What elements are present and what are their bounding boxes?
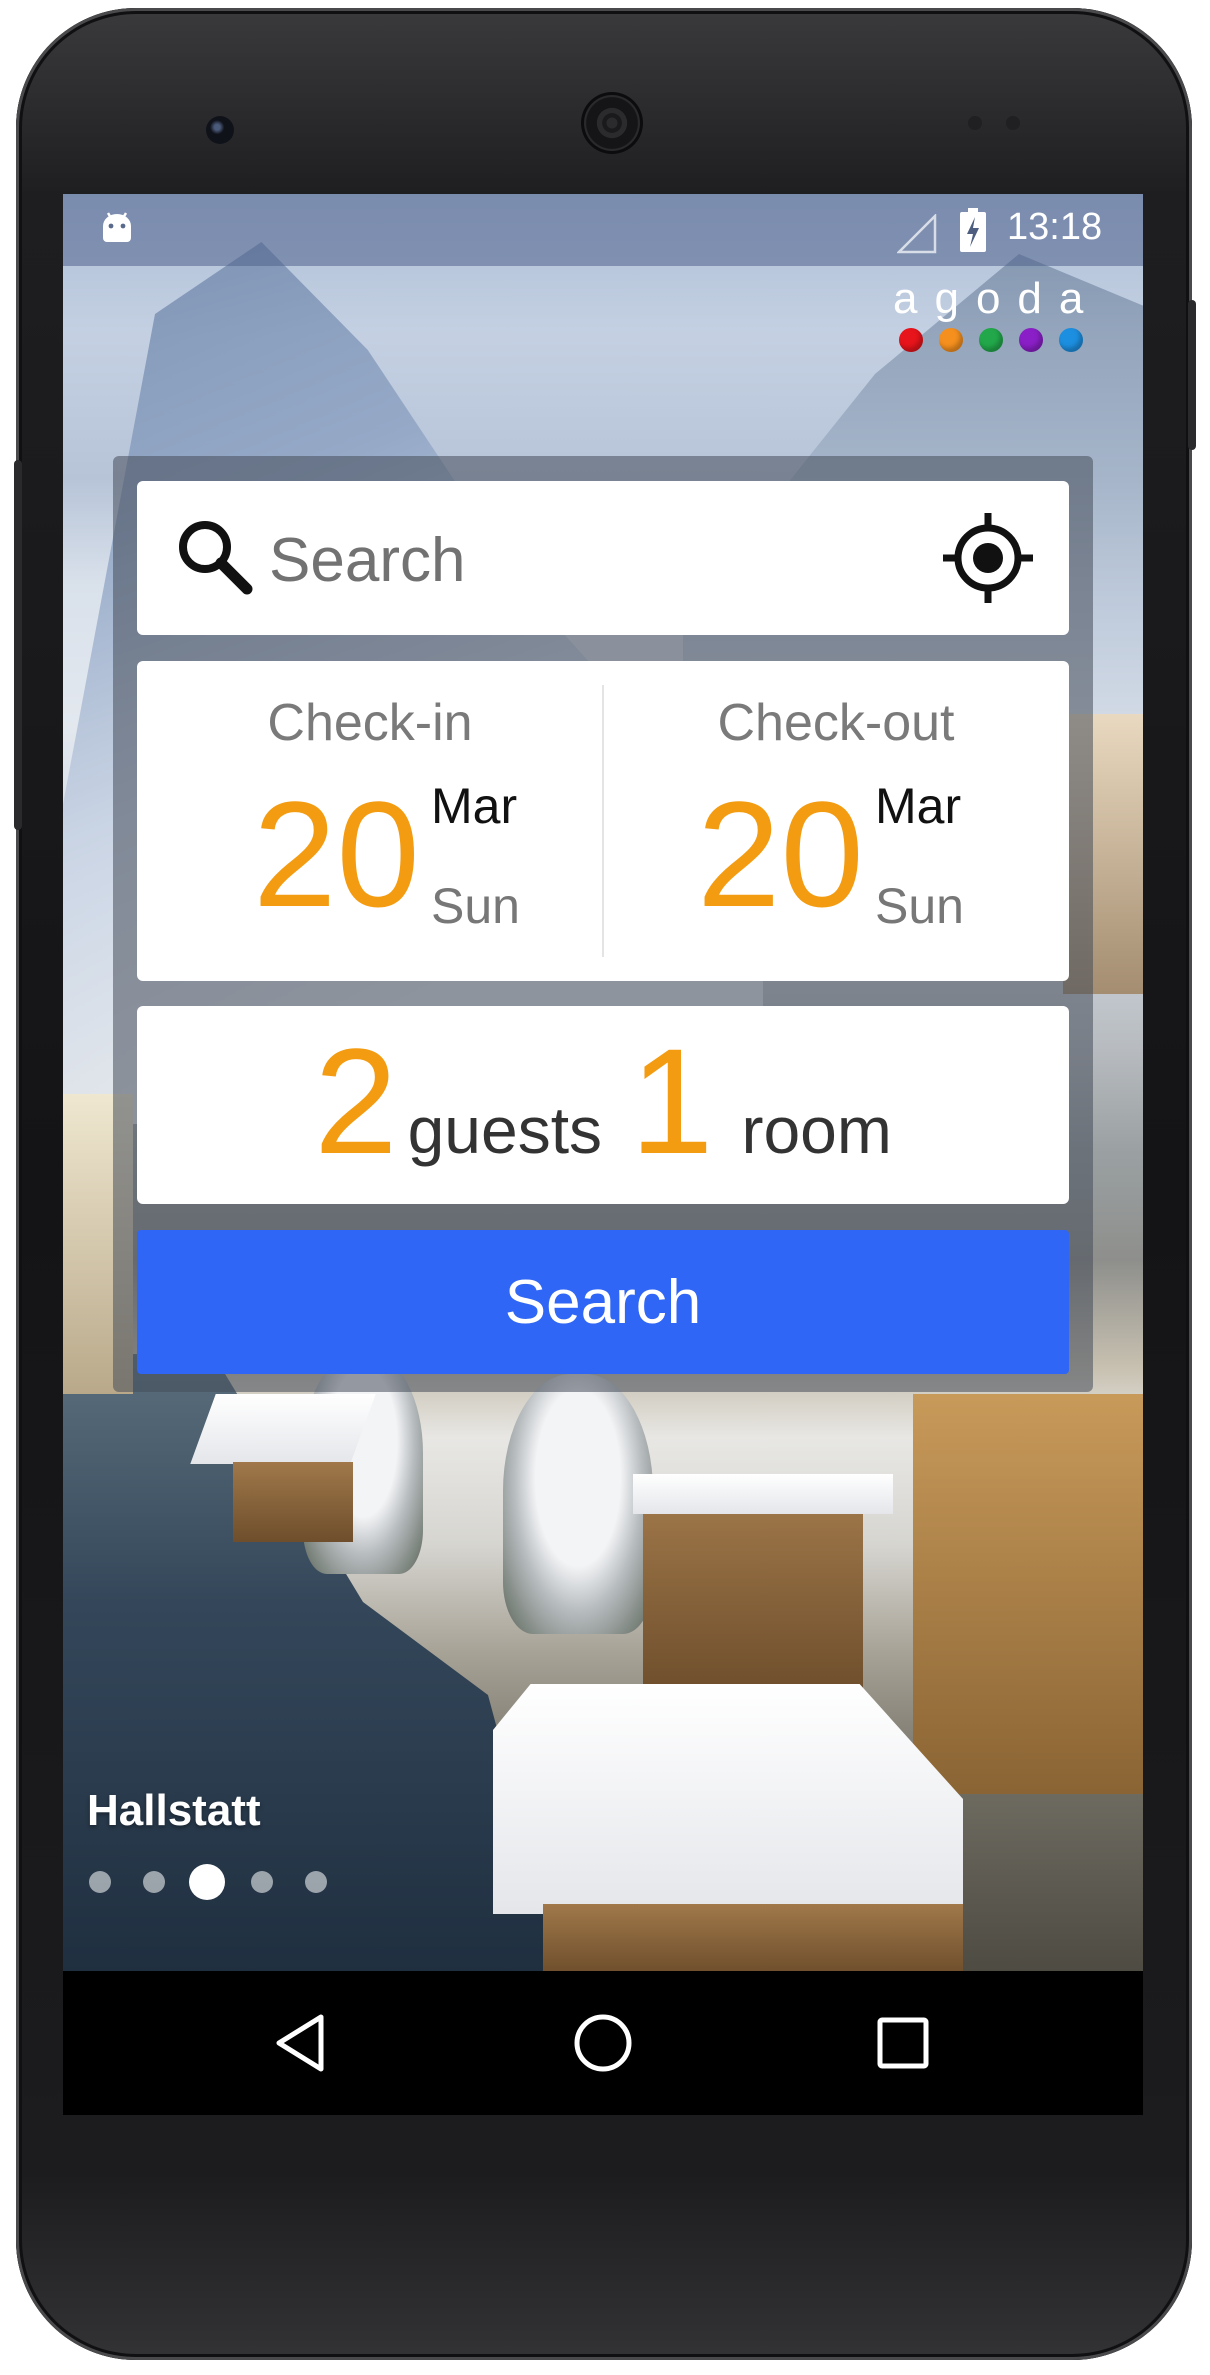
search-box[interactable]: [137, 481, 1069, 635]
background-house: [643, 1494, 863, 1694]
checkout-selector[interactable]: Check-out 20 Mar Sun: [603, 661, 1069, 981]
light-sensor: [1006, 116, 1020, 130]
front-camera: [206, 116, 234, 144]
guests-count: 2: [314, 1017, 398, 1185]
locate-icon[interactable]: [937, 507, 1039, 609]
rooms-label: room: [741, 1093, 892, 1167]
checkout-label: Check-out: [717, 694, 955, 752]
checkin-day: 20: [253, 770, 420, 938]
rooms-count: 1: [630, 1017, 714, 1185]
checkin-selector[interactable]: Check-in 20 Mar Sun: [137, 661, 603, 981]
signal-icon: [897, 214, 937, 254]
android-debug-icon: [103, 212, 131, 242]
power-button: [14, 460, 22, 830]
back-icon[interactable]: [263, 2003, 343, 2083]
background-house: [913, 1394, 1143, 1794]
checkin-weekday: Sun: [431, 878, 520, 934]
background-tree: [503, 1374, 653, 1634]
logo-dots: [899, 328, 1099, 354]
battery-charging-icon: [960, 208, 986, 252]
logo-dot-purple: [1019, 328, 1043, 352]
background-house: [233, 1462, 353, 1542]
agoda-logo: agoda: [893, 274, 1093, 364]
occupancy-selector[interactable]: 2 guests 1 room: [137, 1006, 1069, 1204]
background-roof: [190, 1394, 376, 1464]
logo-dot-red: [899, 328, 923, 352]
guests-label: guests: [407, 1093, 603, 1167]
home-icon[interactable]: [563, 2003, 643, 2083]
checkin-month: Mar: [431, 778, 518, 834]
navigation-bar: [63, 1971, 1143, 2115]
carousel-indicator: [87, 1862, 387, 1902]
occupancy-line: 2 guests 1 room: [137, 1026, 1069, 1176]
checkout-month: Mar: [875, 778, 962, 834]
checkout-day: 20: [697, 770, 864, 938]
screen: 13:18 agoda Check-in 2: [63, 194, 1143, 1971]
recents-icon[interactable]: [863, 2003, 943, 2083]
search-input[interactable]: [267, 517, 911, 603]
search-icon: [179, 521, 253, 595]
background-house: [543, 1904, 963, 1971]
earpiece-speaker: [581, 92, 643, 154]
logo-dot-orange: [939, 328, 963, 352]
volume-button: [1188, 300, 1196, 450]
search-button[interactable]: Search: [137, 1230, 1069, 1374]
background-roof: [633, 1474, 893, 1514]
carousel-dot[interactable]: [143, 1871, 165, 1893]
proximity-sensor: [968, 116, 982, 130]
logo-dot-blue: [1059, 328, 1083, 352]
checkin-label: Check-in: [267, 694, 473, 752]
carousel-dot[interactable]: [89, 1871, 111, 1893]
checkout-weekday: Sun: [875, 878, 964, 934]
dates-card: Check-in 20 Mar Sun Check-out 20 Mar Sun: [137, 661, 1069, 981]
carousel-dot[interactable]: [251, 1871, 273, 1893]
destination-name: Hallstatt: [87, 1786, 261, 1835]
status-bar: 13:18: [63, 194, 1143, 266]
carousel-dot[interactable]: [305, 1871, 327, 1893]
carousel-dot-active[interactable]: [189, 1864, 225, 1900]
status-clock: 13:18: [1007, 206, 1103, 248]
logo-dot-green: [979, 328, 1003, 352]
logo-text: agoda: [893, 274, 1101, 323]
